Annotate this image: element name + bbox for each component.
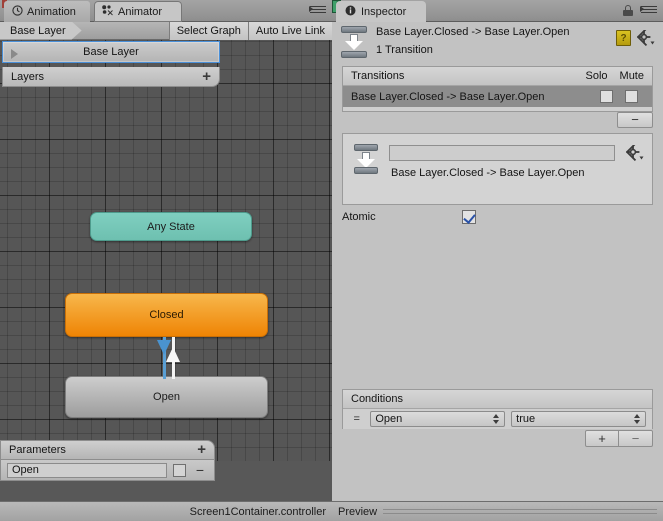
state-node-label: Closed	[149, 309, 184, 321]
animator-toolbar: Base Layer Select Graph Auto Live Link	[0, 21, 332, 40]
atomic-checkbox[interactable]	[462, 210, 476, 224]
parameter-bool-checkbox[interactable]	[173, 463, 186, 477]
tab-inspector[interactable]: Inspector	[336, 1, 426, 22]
help-book-icon[interactable]: ?	[616, 30, 631, 46]
solo-column-label: Solo	[585, 70, 608, 82]
preview-divider	[383, 509, 657, 514]
layer-row-label: Base Layer	[83, 46, 139, 58]
transitions-title: Transitions	[351, 70, 405, 82]
atomic-label: Atomic	[342, 211, 376, 223]
condition-value-dropdown[interactable]: true	[511, 411, 646, 427]
tab-animator[interactable]: Animator	[94, 1, 182, 22]
transition-list-row[interactable]: Base Layer.Closed -> Base Layer.Open	[343, 86, 652, 107]
tab-animation[interactable]: Animation	[4, 1, 90, 22]
remove-transition-button[interactable]: −	[617, 112, 653, 128]
add-parameter-button[interactable]: +	[197, 442, 206, 457]
layers-label: Layers	[11, 70, 45, 83]
tab-animator-label: Animator	[118, 5, 163, 18]
controller-asset-name: Screen1Container.controller	[189, 505, 326, 518]
add-condition-button[interactable]: +	[585, 430, 619, 447]
parameters-panel: Parameters + Open −	[0, 440, 215, 481]
inspector-title: Base Layer.Closed -> Base Layer.Open	[376, 26, 570, 38]
condition-parameter-dropdown[interactable]: Open	[370, 411, 506, 427]
condition-operator[interactable]: =	[349, 414, 364, 425]
animator-window: Animation Animator Base Layer Select Gra…	[0, 0, 332, 521]
transition-name-input[interactable]	[389, 145, 615, 161]
animator-tab-bar: Animation Animator	[0, 0, 332, 22]
conditions-title: Conditions	[351, 393, 403, 405]
inspector-window: Inspector Base Layer.Closed -> Base Laye…	[332, 0, 663, 521]
state-node-closed[interactable]: Closed	[65, 293, 268, 337]
tab-menu-icon[interactable]	[309, 6, 326, 16]
parameter-row: Open −	[0, 460, 215, 481]
remove-parameter-button[interactable]: −	[192, 463, 208, 477]
info-icon	[345, 5, 356, 19]
state-node-label: Open	[153, 391, 180, 403]
clock-icon	[12, 4, 23, 19]
transitions-section: Transitions Solo Mute Base Layer.Closed …	[342, 66, 653, 112]
parameters-header: Parameters +	[0, 440, 215, 460]
tab-animation-label: Animation	[27, 5, 76, 18]
preview-bar[interactable]: Preview	[332, 501, 663, 521]
inspector-header: Base Layer.Closed -> Base Layer.Open 1 T…	[332, 22, 663, 62]
state-node-open[interactable]: Open	[65, 376, 268, 418]
animator-status-bar: Screen1Container.controller	[0, 501, 332, 521]
transition-detail-section: Base Layer.Closed -> Base Layer.Open	[342, 133, 653, 205]
inspector-tab-bar: Inspector	[332, 0, 663, 22]
layers-header: Layers +	[2, 67, 220, 87]
conditions-section-header: Conditions	[343, 390, 652, 409]
gear-dropdown-icon[interactable]	[625, 142, 644, 162]
transition-detail-label: Base Layer.Closed -> Base Layer.Open	[391, 167, 585, 179]
animator-icon	[102, 4, 114, 19]
breadcrumb-base-layer[interactable]: Base Layer	[0, 22, 82, 40]
condition-parameter-value: Open	[375, 413, 403, 425]
gear-dropdown-icon[interactable]	[636, 27, 655, 47]
conditions-section: Conditions = Open true	[342, 389, 653, 429]
preview-label: Preview	[338, 505, 378, 518]
auto-live-link-button[interactable]: Auto Live Link	[247, 21, 332, 40]
add-layer-button[interactable]: +	[202, 69, 211, 84]
atomic-row: Atomic	[342, 208, 653, 226]
state-machine-graph[interactable]: Any State Closed Open	[0, 40, 332, 461]
expand-arrow-icon[interactable]	[11, 49, 18, 59]
mute-column-label: Mute	[619, 70, 644, 82]
inspector-tab-menu-icon[interactable]	[640, 6, 657, 16]
parameters-title: Parameters	[9, 444, 66, 456]
transition-open-to-closed-arrowhead[interactable]	[166, 347, 180, 362]
transitions-section-header: Transitions Solo Mute	[343, 67, 652, 86]
mute-checkbox[interactable]	[625, 90, 638, 103]
chevron-updown-icon	[633, 414, 641, 426]
transition-icon	[340, 26, 368, 58]
tab-inspector-label: Inspector	[361, 5, 407, 18]
solo-checkbox[interactable]	[600, 90, 613, 103]
select-graph-button[interactable]: Select Graph	[168, 21, 248, 40]
lock-icon[interactable]	[623, 5, 633, 16]
state-node-label: Any State	[147, 220, 195, 233]
transitions-list-footer	[342, 112, 653, 129]
layers-panel: Base Layer Layers +	[2, 41, 220, 87]
condition-row: = Open true	[343, 409, 652, 429]
transition-icon	[353, 144, 379, 174]
remove-condition-button[interactable]: −	[619, 430, 653, 447]
condition-value: true	[516, 413, 536, 425]
transition-list-row-label: Base Layer.Closed -> Base Layer.Open	[351, 90, 545, 103]
state-node-any-state[interactable]: Any State	[90, 212, 252, 241]
parameter-name-input[interactable]: Open	[7, 462, 167, 478]
inspector-subtitle: 1 Transition	[376, 44, 433, 56]
layer-row-base-layer[interactable]: Base Layer	[2, 41, 220, 63]
chevron-updown-icon	[493, 414, 500, 426]
conditions-footer: + −	[342, 430, 653, 448]
